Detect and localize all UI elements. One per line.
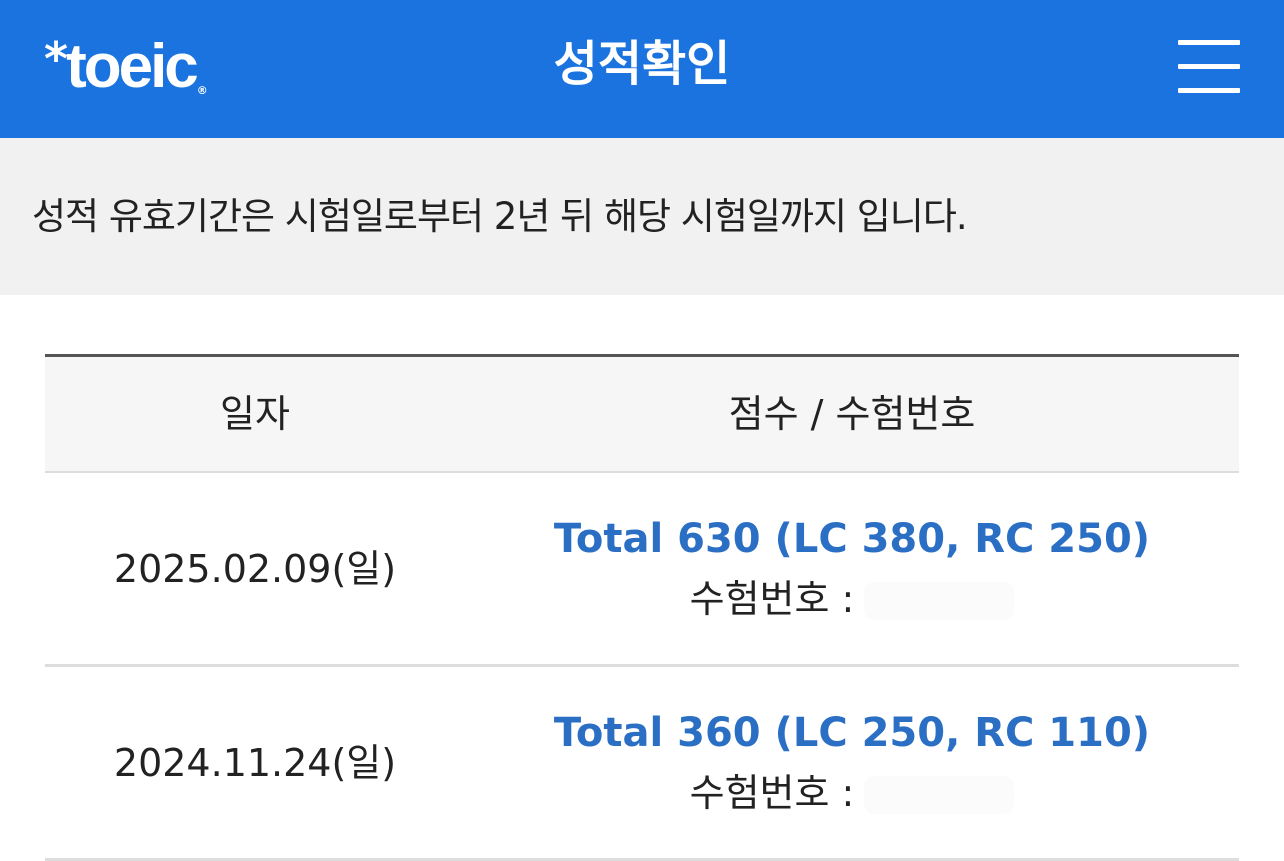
row-date: 2025.02.09(일) — [113, 546, 397, 591]
header-score: 점수 / 수험번호 — [728, 392, 976, 436]
menu-line — [1178, 40, 1240, 45]
exam-number-label: 수험번호 : — [689, 576, 855, 621]
app-header: * toeic ® 성적확인 — [0, 0, 1284, 138]
redacted-exam-number — [864, 776, 1015, 814]
validity-notice-text: 성적 유효기간은 시험일로부터 2년 뒤 해당 시험일까지 입니다. — [32, 195, 968, 238]
hamburger-menu-icon[interactable] — [1170, 36, 1244, 98]
exam-number-line: 수험번호 : — [465, 571, 1239, 627]
exam-number-label: 수험번호 : — [689, 770, 855, 815]
score-table: 일자 점수 / 수험번호 2025.02.09(일) Total 630 (LC… — [45, 354, 1239, 861]
table-row: 2024.11.24(일) Total 360 (LC 250, RC 110)… — [45, 667, 1239, 861]
table-header: 일자 점수 / 수험번호 — [45, 354, 1239, 473]
header-date: 일자 — [220, 392, 290, 436]
row-date: 2024.11.24(일) — [113, 740, 397, 785]
redacted-exam-number — [864, 582, 1015, 620]
menu-line — [1178, 88, 1240, 93]
score-link[interactable]: Total 630 (LC 380, RC 250) — [465, 511, 1239, 567]
menu-line — [1178, 64, 1240, 69]
validity-notice: 성적 유효기간은 시험일로부터 2년 뒤 해당 시험일까지 입니다. — [0, 138, 1284, 295]
row-score-cell: Total 630 (LC 380, RC 250) 수험번호 : — [465, 511, 1239, 627]
table-row: 2025.02.09(일) Total 630 (LC 380, RC 250)… — [45, 473, 1239, 667]
exam-number-line: 수험번호 : — [465, 765, 1239, 821]
score-link[interactable]: Total 360 (LC 250, RC 110) — [465, 705, 1239, 761]
page-title: 성적확인 — [553, 36, 731, 92]
row-score-cell: Total 360 (LC 250, RC 110) 수험번호 : — [465, 705, 1239, 821]
